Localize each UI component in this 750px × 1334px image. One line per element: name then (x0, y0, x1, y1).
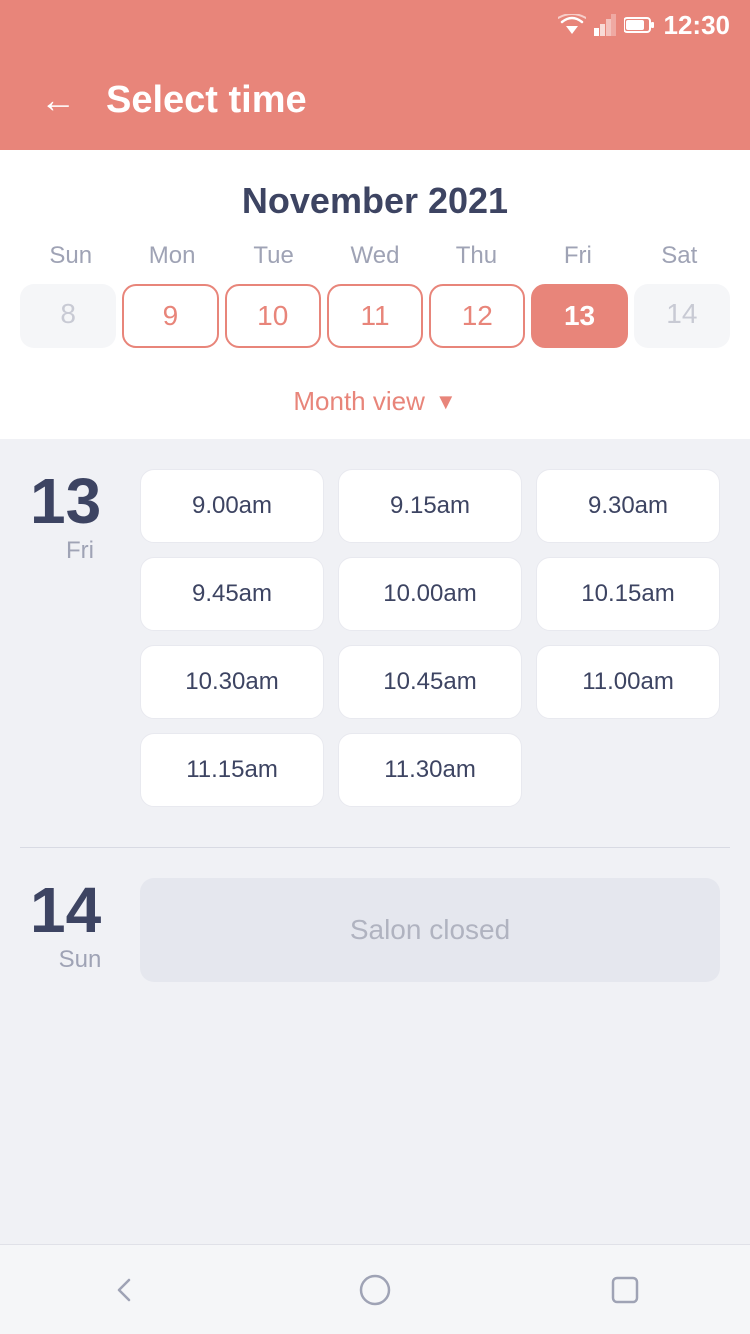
recent-nav-icon (607, 1272, 643, 1308)
weekday-sat: Sat (629, 242, 730, 270)
day-12[interactable]: 12 (429, 284, 525, 348)
day-14-label: 14 Sun (30, 878, 130, 974)
weekday-headers: Sun Mon Tue Wed Thu Fri Sat (20, 242, 730, 270)
back-button[interactable]: ← (40, 82, 76, 118)
day-13-label: 13 Fri (30, 469, 130, 565)
slot-1045am[interactable]: 10.45am (338, 645, 522, 719)
day-13-name: Fri (30, 537, 130, 565)
day-divider (20, 847, 730, 848)
signal-icon (594, 14, 616, 36)
timeslots-section: 13 Fri 9.00am 9.15am 9.30am 9.45am 10.00… (0, 439, 750, 1244)
weekday-wed: Wed (324, 242, 425, 270)
day-9[interactable]: 9 (122, 284, 218, 348)
status-bar: 12:30 (0, 0, 750, 50)
day-14-row: 14 Sun Salon closed (0, 858, 750, 1012)
month-view-label: Month view (293, 386, 425, 417)
day-14: 14 (634, 284, 730, 348)
salon-closed-box: Salon closed (140, 878, 720, 982)
slot-900am[interactable]: 9.00am (140, 469, 324, 543)
slot-1015am[interactable]: 10.15am (536, 557, 720, 631)
day-10[interactable]: 10 (225, 284, 321, 348)
chevron-down-icon: ▼ (435, 389, 457, 415)
day-11[interactable]: 11 (327, 284, 423, 348)
day-14-name: Sun (30, 946, 130, 974)
status-time: 12:30 (664, 10, 731, 41)
slot-915am[interactable]: 9.15am (338, 469, 522, 543)
day-13-slots: 9.00am 9.15am 9.30am 9.45am 10.00am 10.1… (140, 469, 720, 807)
weekday-sun: Sun (20, 242, 121, 270)
app-header: ← Select time (0, 50, 750, 150)
back-nav-icon (107, 1272, 143, 1308)
battery-icon (624, 16, 654, 34)
nav-back-button[interactable] (95, 1260, 155, 1320)
calendar-section: November 2021 Sun Mon Tue Wed Thu Fri Sa… (0, 150, 750, 439)
slot-1100am[interactable]: 11.00am (536, 645, 720, 719)
weekday-tue: Tue (223, 242, 324, 270)
weekday-thu: Thu (426, 242, 527, 270)
salon-closed-label: Salon closed (350, 914, 510, 946)
month-title: November 2021 (20, 180, 730, 222)
day-14-num: 14 (30, 878, 130, 942)
slot-1130am[interactable]: 11.30am (338, 733, 522, 807)
day-13-row: 13 Fri 9.00am 9.15am 9.30am 9.45am 10.00… (0, 449, 750, 837)
page-title: Select time (106, 79, 307, 122)
wifi-icon (558, 14, 586, 36)
slot-1115am[interactable]: 11.15am (140, 733, 324, 807)
day-8: 8 (20, 284, 116, 348)
nav-recent-button[interactable] (595, 1260, 655, 1320)
slot-1030am[interactable]: 10.30am (140, 645, 324, 719)
week-row: 8 9 10 11 12 13 14 (20, 284, 730, 368)
day-13[interactable]: 13 (531, 284, 627, 348)
nav-home-button[interactable] (345, 1260, 405, 1320)
slot-930am[interactable]: 9.30am (536, 469, 720, 543)
weekday-fri: Fri (527, 242, 628, 270)
bottom-nav (0, 1244, 750, 1334)
month-view-toggle[interactable]: Month view ▼ (20, 368, 730, 439)
slot-945am[interactable]: 9.45am (140, 557, 324, 631)
weekday-mon: Mon (121, 242, 222, 270)
day-13-num: 13 (30, 469, 130, 533)
slot-1000am[interactable]: 10.00am (338, 557, 522, 631)
home-nav-icon (357, 1272, 393, 1308)
status-icons (558, 14, 654, 36)
